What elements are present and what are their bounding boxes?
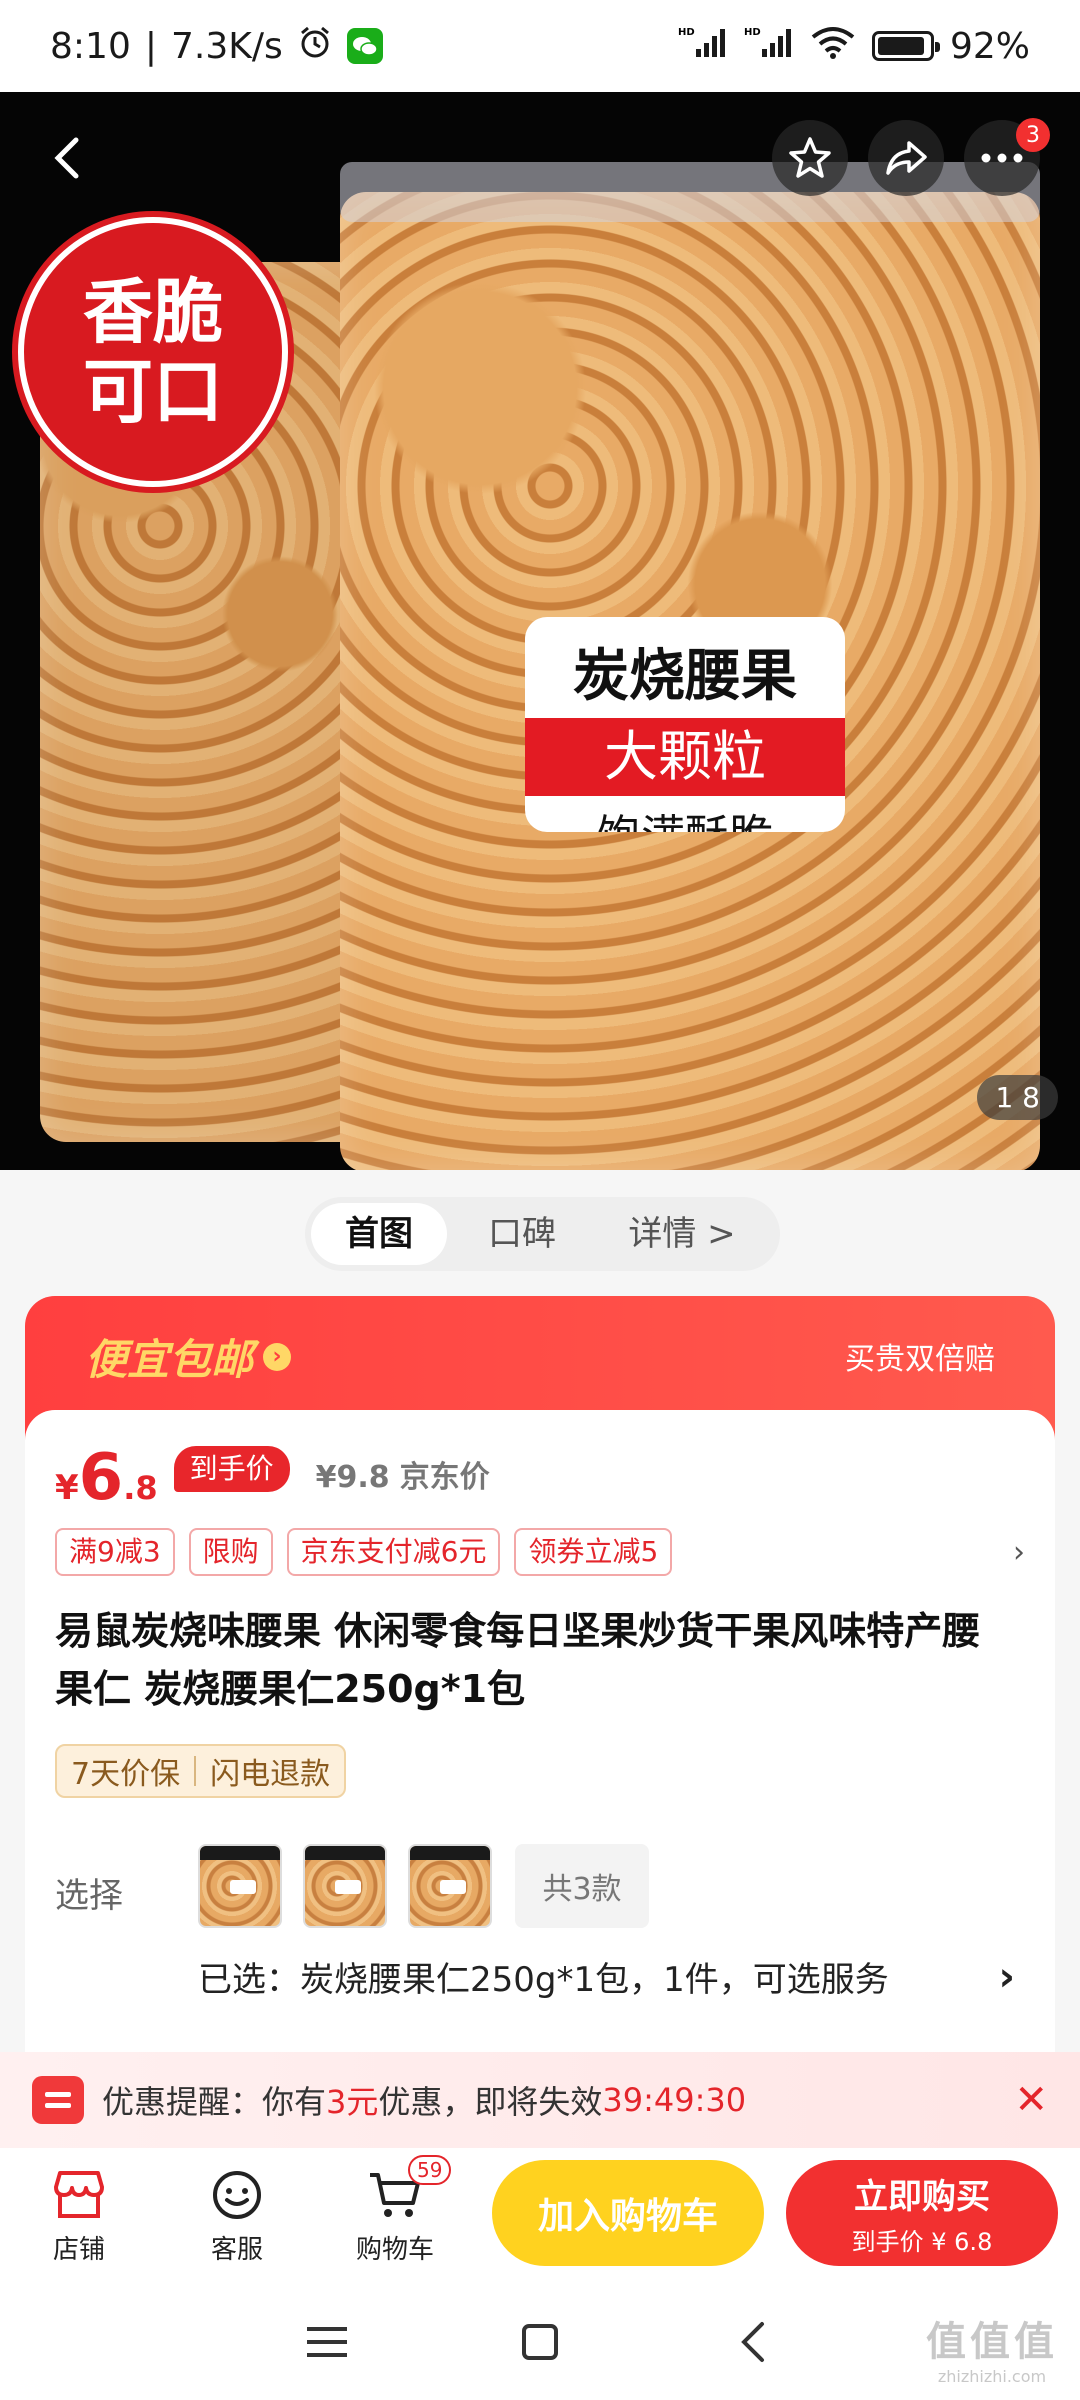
svg-text:HD: HD [744,27,761,38]
battery-fill [877,37,924,55]
guarantee-refund: 闪电退款 [210,1757,331,1792]
original-price-value: ¥9.8 [315,1460,390,1495]
chevron-right-icon[interactable]: › [999,1954,1015,2000]
signal-icon-2: HD [744,25,794,68]
tab-details[interactable]: 详情 > [597,1203,767,1265]
more-badge: 3 [1016,118,1050,152]
battery-percent: 92% [949,25,1030,67]
variant-thumb[interactable] [303,1844,387,1928]
price-row: ¥ 6 .8 到手价 ¥9.8 京东价 [55,1438,1025,1510]
store-button[interactable]: 店铺 [0,2167,158,2266]
status-divider: | [144,25,157,67]
promo-title: 便宜包邮 › [85,1326,292,1387]
home-icon[interactable] [510,2312,570,2372]
service-button[interactable]: 客服 [158,2167,316,2266]
bottom-action-bar: 店铺 客服 59 购物车 加入购物车 立即购买 到手价 ¥ 6.8 [0,2148,1080,2284]
price-integer: 6 [78,1441,124,1515]
product-info-card: ¥ 6 .8 到手价 ¥9.8 京东价 满9减3 限购 京东支付减6元 领券立减5… [25,1410,1055,2110]
final-price: ¥ 6 .8 [55,1446,158,1510]
status-net-speed: 7.3K/s [170,25,283,67]
tab-main-image[interactable]: 首图 [311,1203,447,1265]
watermark-logo: 值值值 [926,2319,1058,2365]
coupon-row[interactable]: 满9减3 限购 京东支付减6元 领券立减5 › [55,1528,1025,1576]
reminder-middle: 优惠，即将失效 [378,2083,603,2121]
price-decimal: .8 [123,1469,158,1507]
price-symbol: ¥ [55,1468,79,1508]
add-to-cart-button[interactable]: 加入购物车 [492,2160,764,2266]
chevron-right-icon[interactable]: › [1013,1535,1025,1570]
share-icon[interactable] [868,120,944,196]
reminder-countdown: 39:49:30 [602,2081,747,2119]
system-nav-bar: 值值值 zhizhizhi.com [0,2284,1080,2400]
variant-count[interactable]: 共3款 [515,1844,649,1928]
product-image-carousel[interactable]: 香脆 可口 炭烧腰果 大颗粒 饱满酥脆 3 1 8 [0,92,1080,1170]
wechat-icon [346,28,383,64]
selected-variant: 已选：炭烧腰果仁250g*1包，1件，可选服务 [198,1960,889,2000]
product-label-card: 炭烧腰果 大颗粒 饱满酥脆 [525,617,845,832]
coupon-tag: 满9减3 [55,1528,175,1576]
promo-title-text: 便宜包邮 [85,1335,254,1384]
alarm-icon [297,24,333,69]
service-guarantee[interactable]: 7天价保 闪电退款 [55,1744,347,1798]
badge-line1: 香脆 [83,270,223,353]
badge-line2: 可口 [83,351,223,433]
variant-selector[interactable]: 选择 共3款 已选：炭烧腰果仁250g*1包，1件，可选服务 › [55,1844,1025,2014]
image-pager: 1 8 [977,1075,1058,1120]
cart-label: 购物车 [355,2234,434,2265]
star-icon[interactable] [772,120,848,196]
promo-guarantee: 买贵双倍赔 [845,1342,995,1377]
buy-now-label: 立即购买 [854,2177,990,2217]
coupon-tag: 限购 [188,1528,273,1576]
status-time: 8:10 [50,25,131,67]
choose-label: 选择 [55,1876,123,1916]
coupon-tag: 京东支付减6元 [286,1528,501,1576]
store-label: 店铺 [52,2234,105,2265]
wifi-icon [810,25,856,68]
nav-back-icon[interactable] [723,2312,783,2372]
back-icon[interactable] [42,128,92,188]
store-icon [49,2167,109,2223]
coupon-icon [32,2076,84,2124]
close-icon[interactable]: ✕ [1014,2077,1048,2123]
buy-now-button[interactable]: 立即购买 到手价 ¥ 6.8 [786,2160,1058,2266]
watermark: 值值值 zhizhizhi.com [926,2309,1058,2386]
service-icon [207,2167,267,2223]
label-line1: 炭烧腰果 [573,644,797,709]
variant-thumb[interactable] [408,1844,492,1928]
label-line2: 大颗粒 [525,718,845,796]
coupon-reminder-bar[interactable]: 优惠提醒：你有 3元 优惠，即将失效 39:49:30 ✕ [0,2052,1080,2148]
original-price-label: 京东价 [399,1460,490,1495]
status-bar: 8:10 | 7.3K/s HD HD 92% [0,0,1080,92]
service-label: 客服 [210,2234,263,2265]
signal-icon: HD [678,25,728,68]
guarantee-price-protect: 7天价保 [71,1757,181,1792]
label-line3: 饱满酥脆 [525,800,845,832]
svg-text:HD: HD [678,27,695,38]
original-price: ¥9.8 京东价 [316,1452,490,1496]
product-title: 易鼠炭烧味腰果 休闲零食每日坚果炒货干果风味特产腰果仁 炭烧腰果仁250g*1包 [55,1609,981,1711]
cart-button[interactable]: 59 购物车 [316,2154,474,2266]
cart-count-badge: 59 [408,2154,452,2185]
buy-now-price: 到手价 ¥ 6.8 [851,2228,993,2256]
image-tabs: 首图 口碑 详情 > [305,1197,780,1271]
reminder-amount: 3元 [326,2083,379,2121]
final-price-tag: 到手价 [173,1446,290,1492]
coupon-tag: 领券立减5 [514,1528,673,1576]
chevron-right-icon: › [263,1342,292,1371]
reminder-prefix: 优惠提醒：你有 [102,2083,327,2121]
crispy-badge: 香脆 可口 [18,217,288,487]
variant-thumb[interactable] [198,1844,282,1928]
tab-reviews[interactable]: 口碑 [447,1203,597,1265]
watermark-url: zhizhizhi.com [937,2367,1047,2386]
menu-icon[interactable] [297,2312,357,2372]
battery-icon [871,31,940,61]
